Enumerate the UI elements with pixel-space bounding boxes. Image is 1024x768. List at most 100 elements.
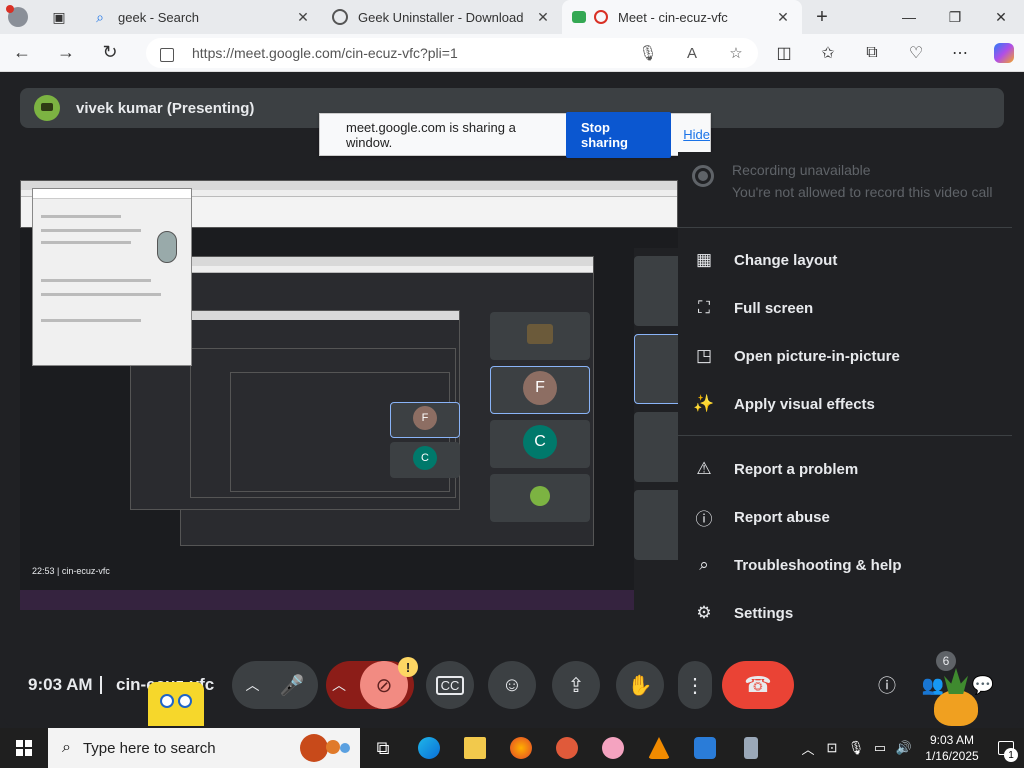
close-window-icon[interactable]: ✕ bbox=[978, 0, 1024, 34]
raise-hand-button[interactable]: ✋ bbox=[616, 661, 664, 709]
show-hidden-icons-icon[interactable]: ︿ bbox=[796, 739, 820, 758]
avatar: C bbox=[523, 424, 557, 459]
clock[interactable]: 9:03 AM 1/16/2025 bbox=[916, 732, 988, 764]
menu-item-label: Open picture-in-picture bbox=[734, 347, 900, 365]
menu-item-report-abuse[interactable]: ⓘ Report abuse bbox=[692, 497, 1002, 537]
microphone-icon[interactable]: 🎙 bbox=[844, 740, 868, 756]
app-icon[interactable] bbox=[682, 728, 728, 768]
network-icon[interactable]: ▭ bbox=[868, 740, 892, 756]
firefox-icon[interactable] bbox=[498, 728, 544, 768]
url-text: https://meet.google.com/cin-ecuz-vfc?pli… bbox=[192, 45, 458, 61]
back-icon[interactable]: ← bbox=[0, 34, 44, 72]
site-info-icon[interactable] bbox=[160, 48, 174, 62]
forward-icon[interactable]: → bbox=[44, 34, 88, 72]
close-icon[interactable]: ✕ bbox=[774, 9, 792, 26]
tab-actions-button[interactable]: ▣ bbox=[36, 0, 82, 34]
tab-meet[interactable]: Meet - cin-ecuz-vfc ✕ bbox=[562, 0, 802, 34]
meeting-details-icon[interactable]: ⓘ bbox=[874, 672, 900, 698]
task-view-icon[interactable]: ⧉ bbox=[360, 728, 406, 768]
avatar: F bbox=[413, 406, 437, 431]
copilot-icon[interactable] bbox=[994, 43, 1014, 63]
read-aloud-icon[interactable]: A bbox=[670, 45, 714, 62]
app-logo bbox=[602, 737, 624, 759]
search-highlight-image bbox=[298, 734, 354, 762]
tab-title: geek - Search bbox=[118, 9, 199, 25]
more-options-button[interactable]: ⋮ bbox=[678, 661, 712, 709]
edge-app-icon[interactable] bbox=[406, 728, 452, 768]
shared-screen: F C F C 22:53 | cin-ecuz-vfc bbox=[20, 180, 680, 610]
notifications-button[interactable]: 1 bbox=[988, 728, 1024, 768]
close-icon[interactable]: ✕ bbox=[294, 9, 312, 26]
edge-logo bbox=[418, 737, 440, 759]
leave-call-button[interactable]: ☎ bbox=[722, 661, 794, 709]
new-tab-button[interactable]: + bbox=[802, 6, 842, 29]
vlc-icon[interactable] bbox=[636, 728, 682, 768]
dialog-line bbox=[41, 319, 141, 322]
emoji-reactions-button[interactable]: ☺ bbox=[488, 661, 536, 709]
sticker-body bbox=[934, 690, 978, 726]
favorite-star-icon[interactable]: ☆ bbox=[714, 44, 758, 62]
start-button[interactable] bbox=[0, 728, 48, 768]
participant-tile[interactable] bbox=[634, 412, 682, 482]
feedback-icon: ⚠ bbox=[696, 459, 712, 478]
menu-item-picture-in-picture[interactable]: ◳ Open picture-in-picture bbox=[692, 336, 1002, 376]
browser-essentials-icon[interactable]: ♡ bbox=[894, 43, 938, 63]
stop-sharing-button[interactable]: Stop sharing bbox=[566, 111, 672, 158]
refresh-icon[interactable]: ↻ bbox=[88, 34, 132, 72]
app-logo bbox=[744, 737, 758, 759]
meet-icon bbox=[572, 11, 586, 23]
close-icon[interactable]: ✕ bbox=[534, 9, 552, 26]
volume-icon[interactable]: 🔊 bbox=[892, 740, 916, 756]
network-device-icon[interactable]: ⊡ bbox=[820, 740, 844, 756]
sticker-image bbox=[148, 682, 204, 726]
participant-tile[interactable] bbox=[490, 312, 590, 360]
menu-item-troubleshooting[interactable]: ⌕ Troubleshooting & help bbox=[692, 545, 1002, 585]
windows-logo-icon bbox=[16, 740, 32, 756]
restore-icon[interactable]: ❐ bbox=[932, 0, 978, 34]
more-menu-icon[interactable]: ⋯ bbox=[938, 43, 982, 63]
tab-geek-uninstaller[interactable]: Geek Uninstaller - Download ✕ bbox=[322, 0, 562, 34]
app-icon[interactable] bbox=[544, 728, 590, 768]
minimize-icon[interactable]: — bbox=[886, 0, 932, 34]
favorites-icon[interactable]: ✩ bbox=[806, 43, 850, 63]
participant-tile[interactable]: C bbox=[390, 442, 460, 478]
menu-divider bbox=[678, 435, 1012, 436]
tab-search[interactable]: ⌕ geek - Search ✕ bbox=[82, 0, 322, 34]
microphone-icon[interactable]: 🎤 bbox=[280, 673, 305, 698]
emoji-icon: ☺ bbox=[501, 673, 523, 696]
app-icon[interactable] bbox=[728, 728, 774, 768]
folder-logo bbox=[464, 737, 486, 759]
microphone-icon[interactable]: 🎙 bbox=[626, 44, 670, 62]
menu-item-visual-effects[interactable]: ✨ Apply visual effects bbox=[692, 384, 1002, 424]
participant-tile[interactable] bbox=[490, 474, 590, 522]
profile-icon bbox=[6, 5, 28, 27]
participant-tile[interactable]: F bbox=[490, 366, 590, 414]
taskbar-search-box[interactable]: ⌕ Type here to search bbox=[48, 728, 360, 768]
menu-item-label: Troubleshooting & help bbox=[734, 556, 902, 574]
participant-tile[interactable]: C bbox=[490, 420, 590, 468]
dialog-line bbox=[41, 229, 141, 232]
menu-divider bbox=[678, 227, 1012, 228]
profile-button[interactable] bbox=[0, 0, 36, 34]
present-screen-button[interactable]: ⇪ bbox=[552, 661, 600, 709]
audio-options-button[interactable]: ︿ bbox=[246, 675, 260, 695]
participant-tile[interactable] bbox=[634, 256, 682, 326]
menu-item-full-screen[interactable]: ⛶ Full screen bbox=[692, 288, 1002, 328]
menu-item-settings[interactable]: ⚙ Settings bbox=[692, 593, 1002, 633]
participant-tile[interactable] bbox=[634, 334, 682, 404]
split-screen-icon[interactable]: ◫ bbox=[762, 43, 806, 63]
collections-icon[interactable]: ⧉ bbox=[850, 44, 894, 62]
participant-tile[interactable]: F bbox=[390, 402, 460, 438]
app-icon[interactable] bbox=[590, 728, 636, 768]
menu-item-change-layout[interactable]: ▦ Change layout bbox=[692, 240, 1002, 280]
video-options-button[interactable]: ︿ bbox=[332, 675, 346, 695]
participant-tile[interactable] bbox=[634, 490, 682, 560]
captions-button[interactable]: CC bbox=[426, 661, 474, 709]
url-field[interactable]: https://meet.google.com/cin-ecuz-vfc?pli… bbox=[146, 38, 758, 68]
menu-item-report-problem[interactable]: ⚠ Report a problem bbox=[692, 449, 1002, 489]
hide-link[interactable]: Hide bbox=[683, 127, 710, 142]
file-explorer-icon[interactable] bbox=[452, 728, 498, 768]
dialog-line bbox=[41, 279, 151, 282]
recording-icon bbox=[594, 10, 608, 24]
avatar bbox=[527, 323, 553, 344]
